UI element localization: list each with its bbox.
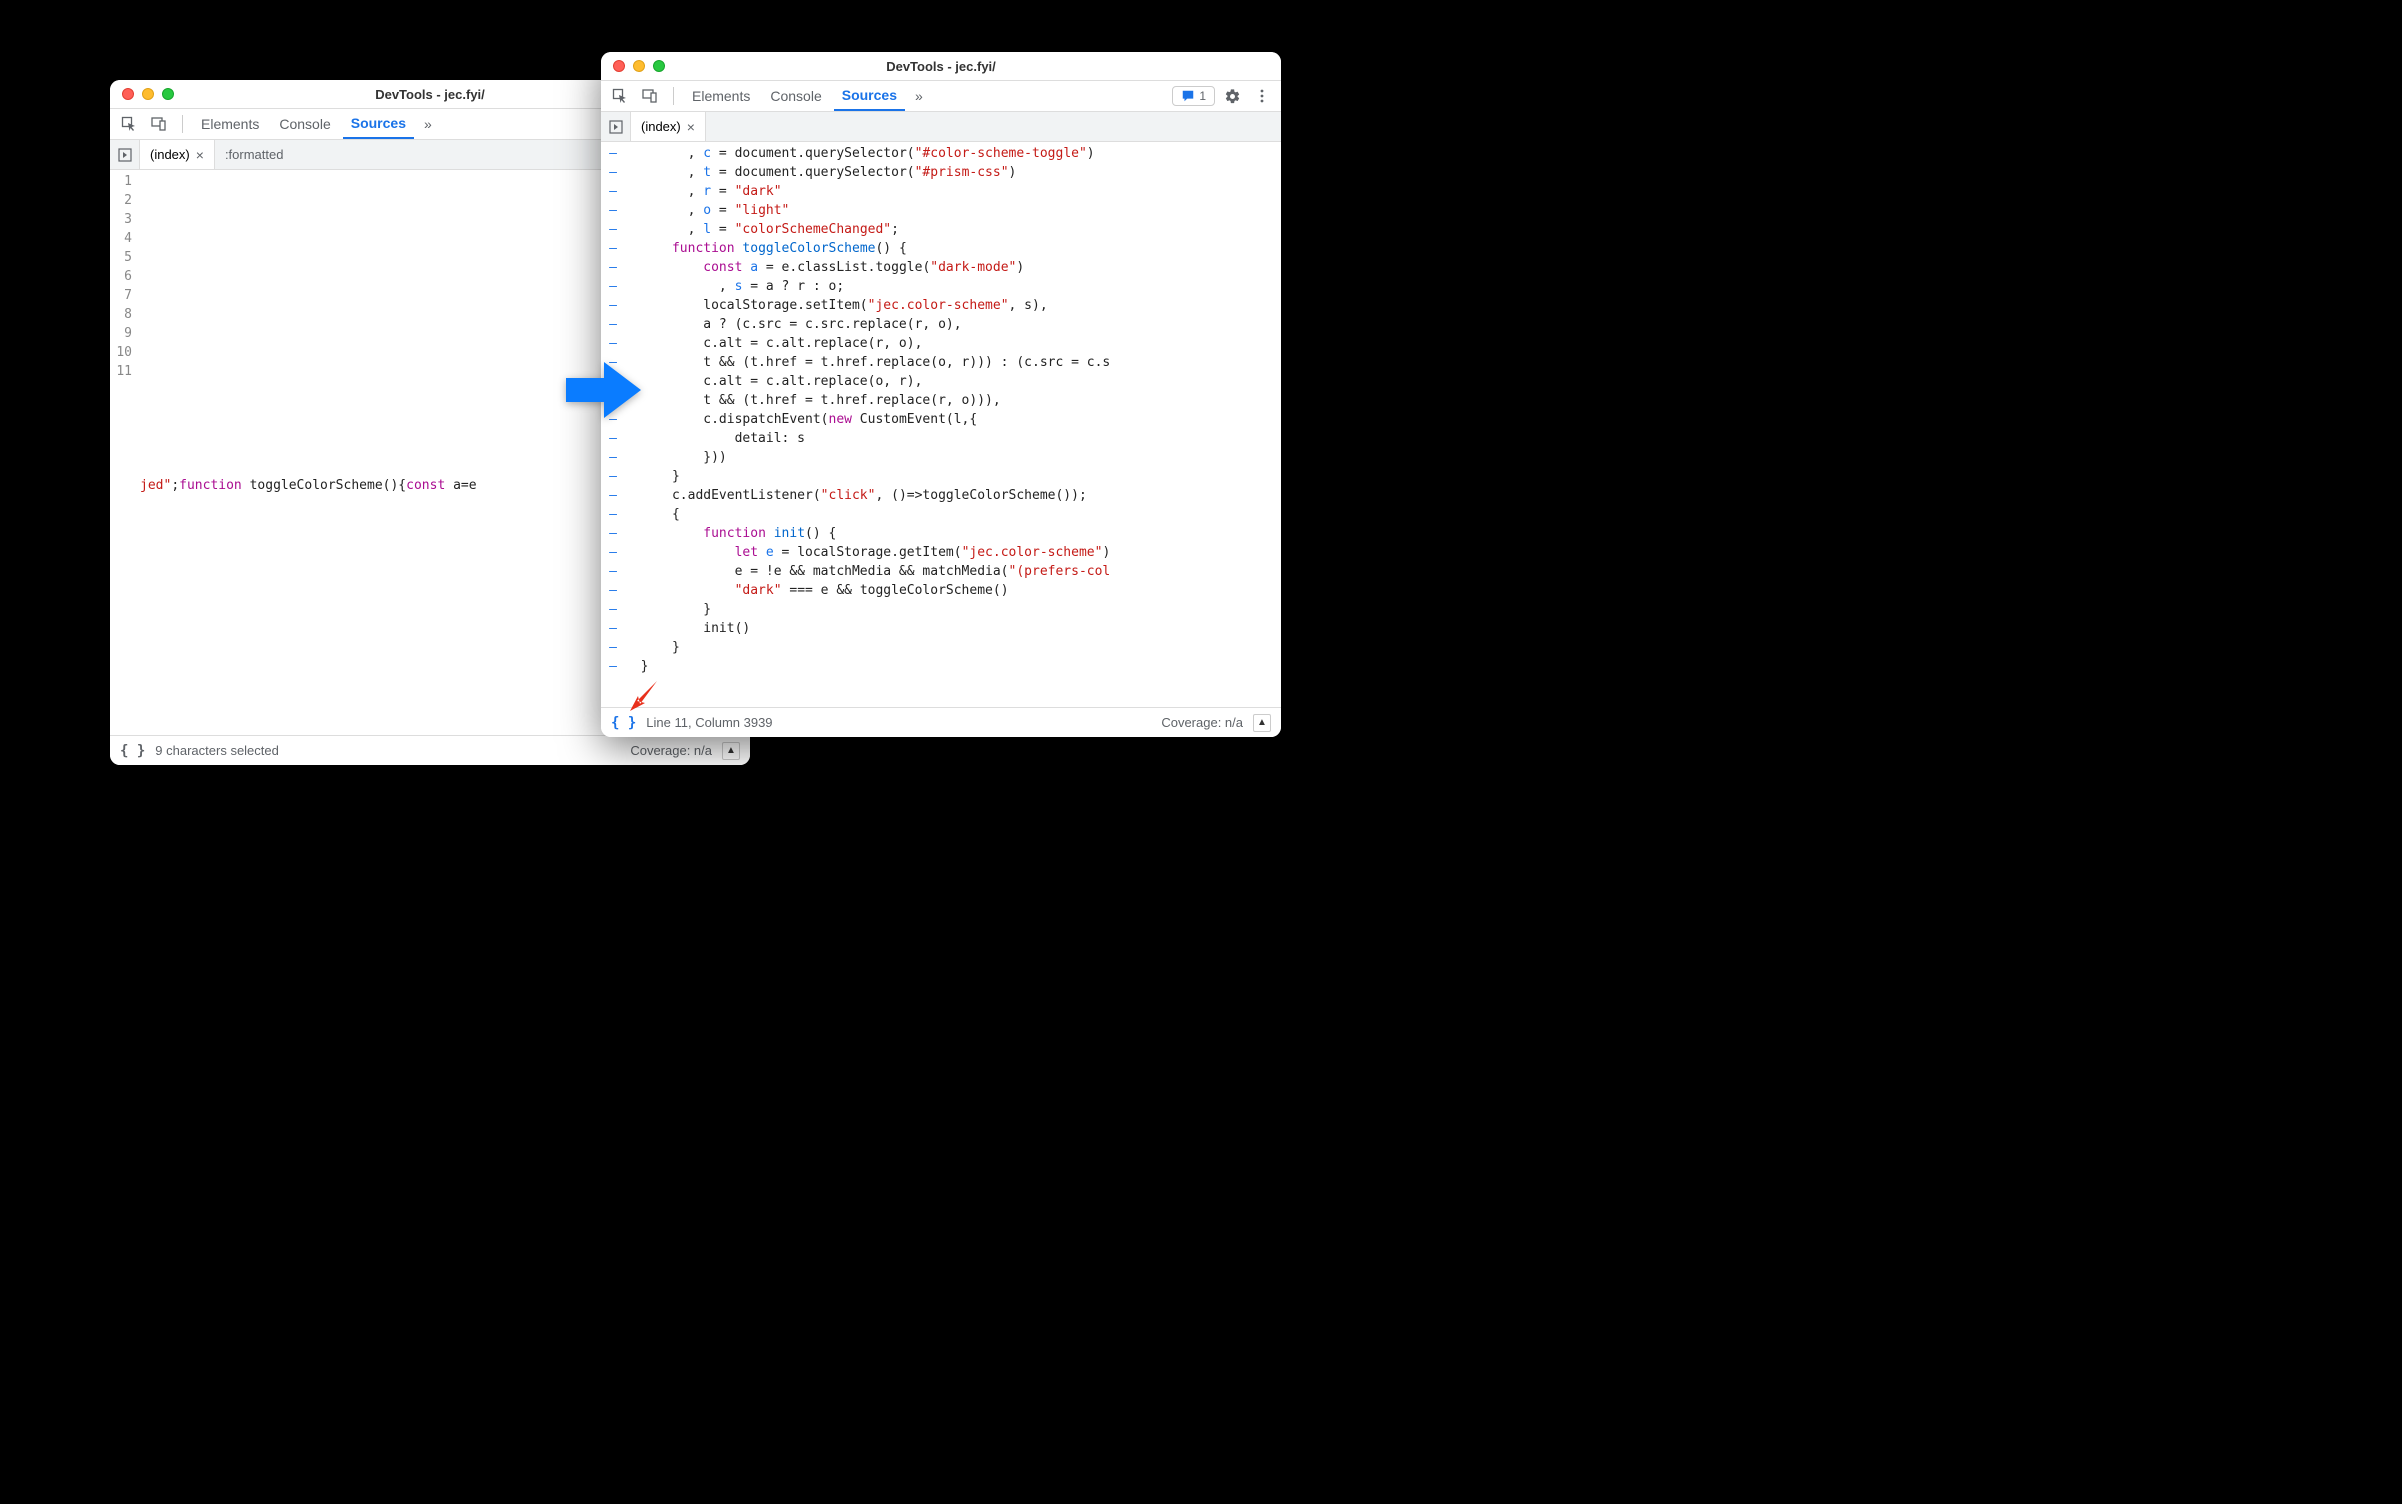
close-window-button[interactable] [613,60,625,72]
traffic-lights [122,88,174,100]
minimize-window-button[interactable] [633,60,645,72]
more-tabs-icon[interactable]: » [909,84,929,108]
file-tab-index[interactable]: (index) × [140,140,215,169]
fullscreen-window-button[interactable] [653,60,665,72]
close-tab-icon[interactable]: × [196,147,204,163]
device-toolbar-icon[interactable] [637,83,663,109]
file-tab-label: (index) [641,119,681,134]
file-tab-formatted[interactable]: :formatted [215,140,294,169]
line-number-gutter: 1234567891011 [110,170,140,735]
devtools-window-right: DevTools - jec.fyi/ Elements Console Sou… [601,52,1281,737]
file-tab-label: (index) [150,147,190,162]
tab-sources[interactable]: Sources [834,81,905,111]
traffic-lights [613,60,665,72]
navigator-toggle-icon[interactable] [110,140,140,169]
collapse-icon[interactable]: ▲ [722,742,740,760]
titlebar: DevTools - jec.fyi/ [601,52,1281,80]
inspect-element-icon[interactable] [607,83,633,109]
cursor-position: Line 11, Column 3939 [646,715,772,730]
coverage-status: Coverage: n/a [630,743,712,758]
file-tab-bar: (index) × [601,112,1281,142]
status-bar: { } Line 11, Column 3939 Coverage: n/a ▲ [601,707,1281,737]
issues-button[interactable]: 1 [1172,86,1215,106]
issues-count: 1 [1199,89,1206,103]
device-toolbar-icon[interactable] [146,111,172,137]
pretty-print-icon[interactable]: { } [120,743,145,759]
tab-elements[interactable]: Elements [684,82,758,110]
inspect-element-icon[interactable] [116,111,142,137]
window-title: DevTools - jec.fyi/ [601,59,1281,74]
pretty-print-icon[interactable]: { } [611,715,636,731]
coverage-status: Coverage: n/a [1161,715,1243,730]
code-content[interactable]: , c = document.querySelector("#color-sch… [625,142,1281,707]
collapse-icon[interactable]: ▲ [1253,714,1271,732]
more-tabs-icon[interactable]: » [418,112,438,136]
tab-sources[interactable]: Sources [343,109,414,139]
tab-elements[interactable]: Elements [193,110,267,138]
navigator-toggle-icon[interactable] [601,112,631,141]
annotation-blue-arrow [566,360,641,420]
line-number-gutter: –––––––––––––––––––––––––––– [601,142,625,707]
minimize-window-button[interactable] [142,88,154,100]
close-tab-icon[interactable]: × [687,119,695,135]
annotation-red-arrow [627,678,663,714]
file-tab-index[interactable]: (index) × [631,112,706,141]
main-toolbar: Elements Console Sources » 1 [601,80,1281,112]
close-window-button[interactable] [122,88,134,100]
selection-status: 9 characters selected [155,743,279,758]
more-options-icon[interactable] [1249,83,1275,109]
tab-console[interactable]: Console [271,110,338,138]
code-editor[interactable]: –––––––––––––––––––––––––––– , c = docum… [601,142,1281,707]
tab-console[interactable]: Console [762,82,829,110]
file-tab-label: :formatted [225,147,284,162]
settings-icon[interactable] [1219,83,1245,109]
status-bar: { } 9 characters selected Coverage: n/a … [110,735,750,765]
fullscreen-window-button[interactable] [162,88,174,100]
